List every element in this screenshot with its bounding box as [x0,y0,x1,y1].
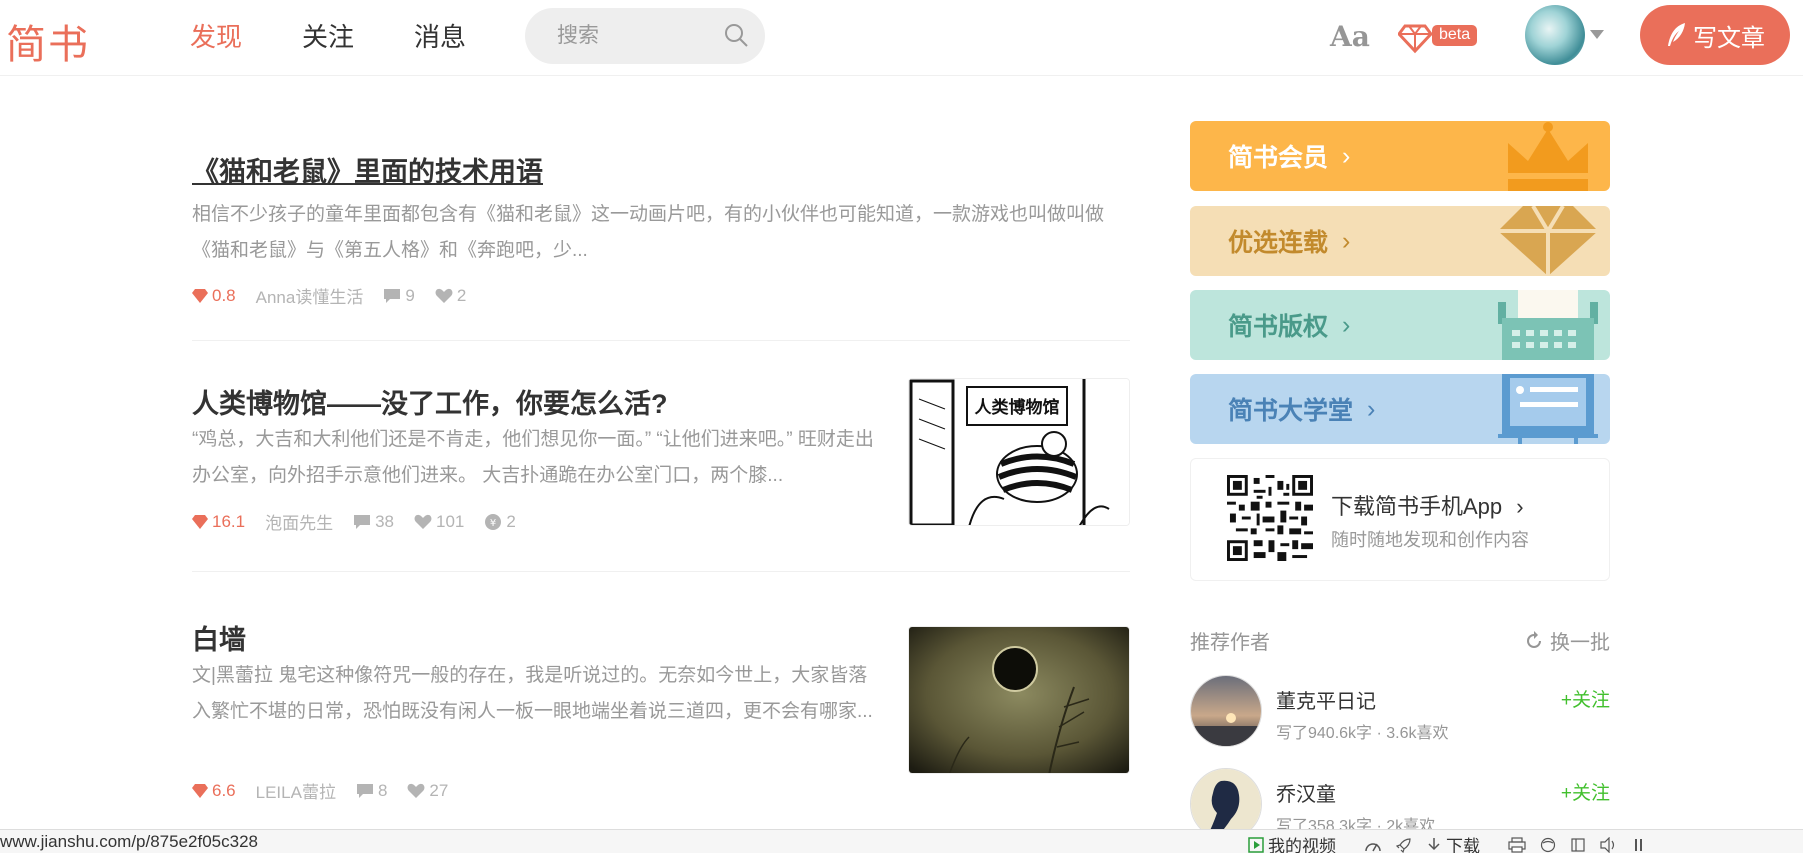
screen-icon [1498,374,1598,444]
article-title[interactable]: 白墙 [192,618,246,657]
heart-icon [407,783,425,798]
follow-button[interactable]: +关注 [1561,685,1610,712]
like-count: 2 [435,286,466,306]
like-count: 27 [407,781,448,801]
diamond-icon[interactable] [1398,20,1432,54]
beta-badge[interactable]: beta [1432,25,1478,46]
recommended-authors-title: 推荐作者 [1190,632,1270,654]
top-navbar: 简书 发现 关注 消息 Aa beta 写文章 [0,0,1803,76]
refresh-icon [1527,630,1541,648]
diamond-icon [192,288,208,303]
volume-icon[interactable] [1600,836,1618,853]
user-avatar[interactable] [1525,5,1585,65]
diamond-score: 16.1 [192,512,245,532]
status-url: www.jianshu.com/p/875e2f05c328 [0,832,258,851]
chevron-right-icon: › [1516,494,1524,519]
chevron-right-icon: › [1342,141,1351,170]
author-avatar[interactable] [1190,675,1262,747]
reward-icon: ¥ [485,513,502,530]
article-author[interactable]: Anna读懂生活 [256,283,364,308]
chevron-right-icon: › [1367,394,1376,423]
heart-icon [414,514,432,529]
like-count: 101 [414,512,464,532]
article-meta: 6.6 LEILA蕾拉 8 27 [192,778,468,803]
print-icon[interactable] [1508,836,1526,853]
banner-membership[interactable]: 简书会员 › [1190,121,1610,191]
diamond-icon [1498,206,1598,276]
app-download-title: 下载简书手机App › [1331,494,1524,519]
speed-icon[interactable] [1364,837,1382,853]
play-icon [1248,836,1264,853]
chevron-right-icon: › [1342,226,1351,255]
thumb-sign-text: 人类博物馆 [975,397,1060,418]
diamond-score: 6.6 [192,781,236,801]
article-author[interactable]: LEILA蕾拉 [256,778,336,803]
comment-icon [384,288,401,303]
comment-count[interactable]: 8 [356,781,387,801]
diamond-score: 0.8 [192,286,236,306]
banner-copyright[interactable]: 简书版权 › [1190,290,1610,360]
app-download-box[interactable]: 下载简书手机App › 随时随地发现和创作内容 [1190,458,1610,581]
svg-text:¥: ¥ [490,518,496,529]
browser-icon[interactable] [1540,837,1556,853]
comment-count[interactable]: 9 [383,286,415,306]
article-item: 《猫和老鼠》里面的技术用语 相信不少孩子的童年里面都包含有《猫和老鼠》这一动画片… [192,130,1130,341]
banner-serial[interactable]: 优选连载 › [1190,206,1610,276]
more-icon[interactable] [1632,837,1648,853]
nav-discover[interactable]: 发现 [190,17,242,54]
banner-university[interactable]: 简书大学堂 › [1190,374,1610,444]
my-video-button[interactable]: 我的视频 [1248,832,1350,853]
heart-icon [435,288,453,303]
qr-code-icon [1227,475,1313,561]
download-button[interactable]: 下载 [1426,832,1494,853]
reward-count: ¥ 2 [484,512,516,532]
article-thumbnail[interactable] [908,626,1130,774]
article-author[interactable]: 泡面先生 [265,509,333,534]
diamond-icon [192,514,208,529]
rocket-icon[interactable] [1396,837,1412,853]
article-abstract: “鸡总，大吉和大利他们还是不肯走，他们想见你一面。” “让他们进来吧。” 旺财走… [192,429,874,486]
feather-icon [1668,23,1685,46]
download-icon [1428,837,1440,850]
write-article-button[interactable]: 写文章 [1640,5,1790,65]
article-meta: 16.1 泡面先生 38 101 ¥ 2 [192,509,536,534]
article-title[interactable]: 人类博物馆——没了工作，你要怎么活? [192,382,668,421]
crown-icon [1508,122,1588,191]
article-abstract: 相信不少孩子的童年里面都包含有《猫和老鼠》这一动画片吧，有的小伙伴也可能知道，一… [192,204,1105,261]
recommended-authors-header: 推荐作者 换一批 [1190,626,1610,655]
browser-status-bar: www.jianshu.com/p/875e2f05c328 我的视频 下载 [0,829,1803,853]
chevron-down-icon[interactable] [1590,30,1604,39]
window-icon[interactable] [1570,837,1586,853]
diamond-icon [192,783,208,798]
article-item: 人类博物馆——没了工作，你要怎么活? “鸡总，大吉和大利他们还是不肯走，他们想见… [192,362,1130,572]
comment-count[interactable]: 38 [353,512,394,532]
status-tools: 我的视频 下载 [1248,832,1662,853]
app-download-subtitle: 随时随地发现和创作内容 [1331,530,1529,550]
author-name[interactable]: 乔汉童 [1276,778,1336,807]
refresh-button[interactable]: 换一批 [1524,626,1610,655]
recommended-author: 董克平日记 写了940.6k字 · 3.6k喜欢 +关注 [1190,675,1610,751]
author-info: 写了940.6k字 · 3.6k喜欢 [1276,725,1449,742]
jianshu-logo[interactable]: 简书 [6,12,90,70]
main-nav: 发现 关注 消息 [190,0,526,70]
article-thumbnail[interactable]: 人类博物馆 [908,378,1130,526]
comment-icon [356,783,373,798]
article-abstract: 文|黑蕾拉 鬼宅这种像符咒一般的存在，我是听说过的。无奈如今世上，大家皆落入繁忙… [192,665,873,722]
nav-messages[interactable]: 消息 [414,17,466,54]
search-icon[interactable] [723,22,749,48]
comment-icon [354,514,371,529]
search-input[interactable] [557,24,707,48]
follow-button[interactable]: +关注 [1561,778,1610,805]
article-title[interactable]: 《猫和老鼠》里面的技术用语 [192,150,543,189]
article-item: 白墙 文|黑蕾拉 鬼宅这种像符咒一般的存在，我是听说过的。无奈如今世上，大家皆落… [192,598,1130,828]
search-box [525,8,765,64]
typewriter-icon [1498,290,1598,360]
nav-follow[interactable]: 关注 [302,17,354,54]
author-name[interactable]: 董克平日记 [1276,685,1376,714]
write-label: 写文章 [1693,24,1765,52]
chevron-right-icon: › [1342,310,1351,339]
article-meta: 0.8 Anna读懂生活 9 2 [192,283,486,308]
font-setting-button[interactable]: Aa [1330,20,1370,53]
